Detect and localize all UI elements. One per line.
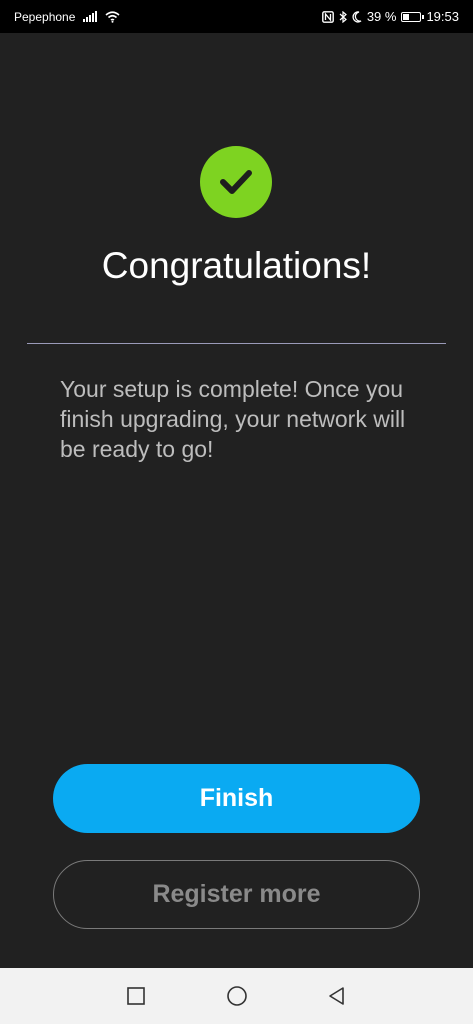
recent-apps-icon[interactable]: [122, 982, 150, 1010]
status-right: 39 % 19:53: [321, 9, 459, 24]
bluetooth-icon: [339, 10, 347, 23]
divider: [27, 343, 446, 344]
signal-icon: [83, 11, 98, 22]
setup-complete-message: Your setup is complete! Once you finish …: [60, 376, 406, 462]
back-icon[interactable]: [323, 982, 351, 1010]
finish-button[interactable]: Finish: [53, 764, 420, 833]
battery-percent: 39 %: [366, 9, 397, 24]
register-more-button[interactable]: Register more: [53, 860, 420, 929]
status-left: Pepephone: [14, 10, 120, 24]
wifi-icon: [105, 10, 120, 23]
screen: Pepephone 39 % 19:53 Congratulations! Yo…: [0, 0, 473, 1024]
navigation-bar: [0, 968, 473, 1024]
home-icon[interactable]: [223, 982, 251, 1010]
carrier-name: Pepephone: [14, 9, 76, 24]
battery-icon: [401, 11, 425, 22]
page-title: Congratulations!: [101, 245, 372, 286]
check-circle-icon: [200, 146, 272, 218]
battery-fill: [403, 13, 410, 20]
moon-icon: [352, 10, 362, 23]
nfc-icon: [321, 10, 334, 23]
status-bar: Pepephone 39 % 19:53: [0, 0, 473, 33]
clock: 19:53: [426, 9, 459, 24]
